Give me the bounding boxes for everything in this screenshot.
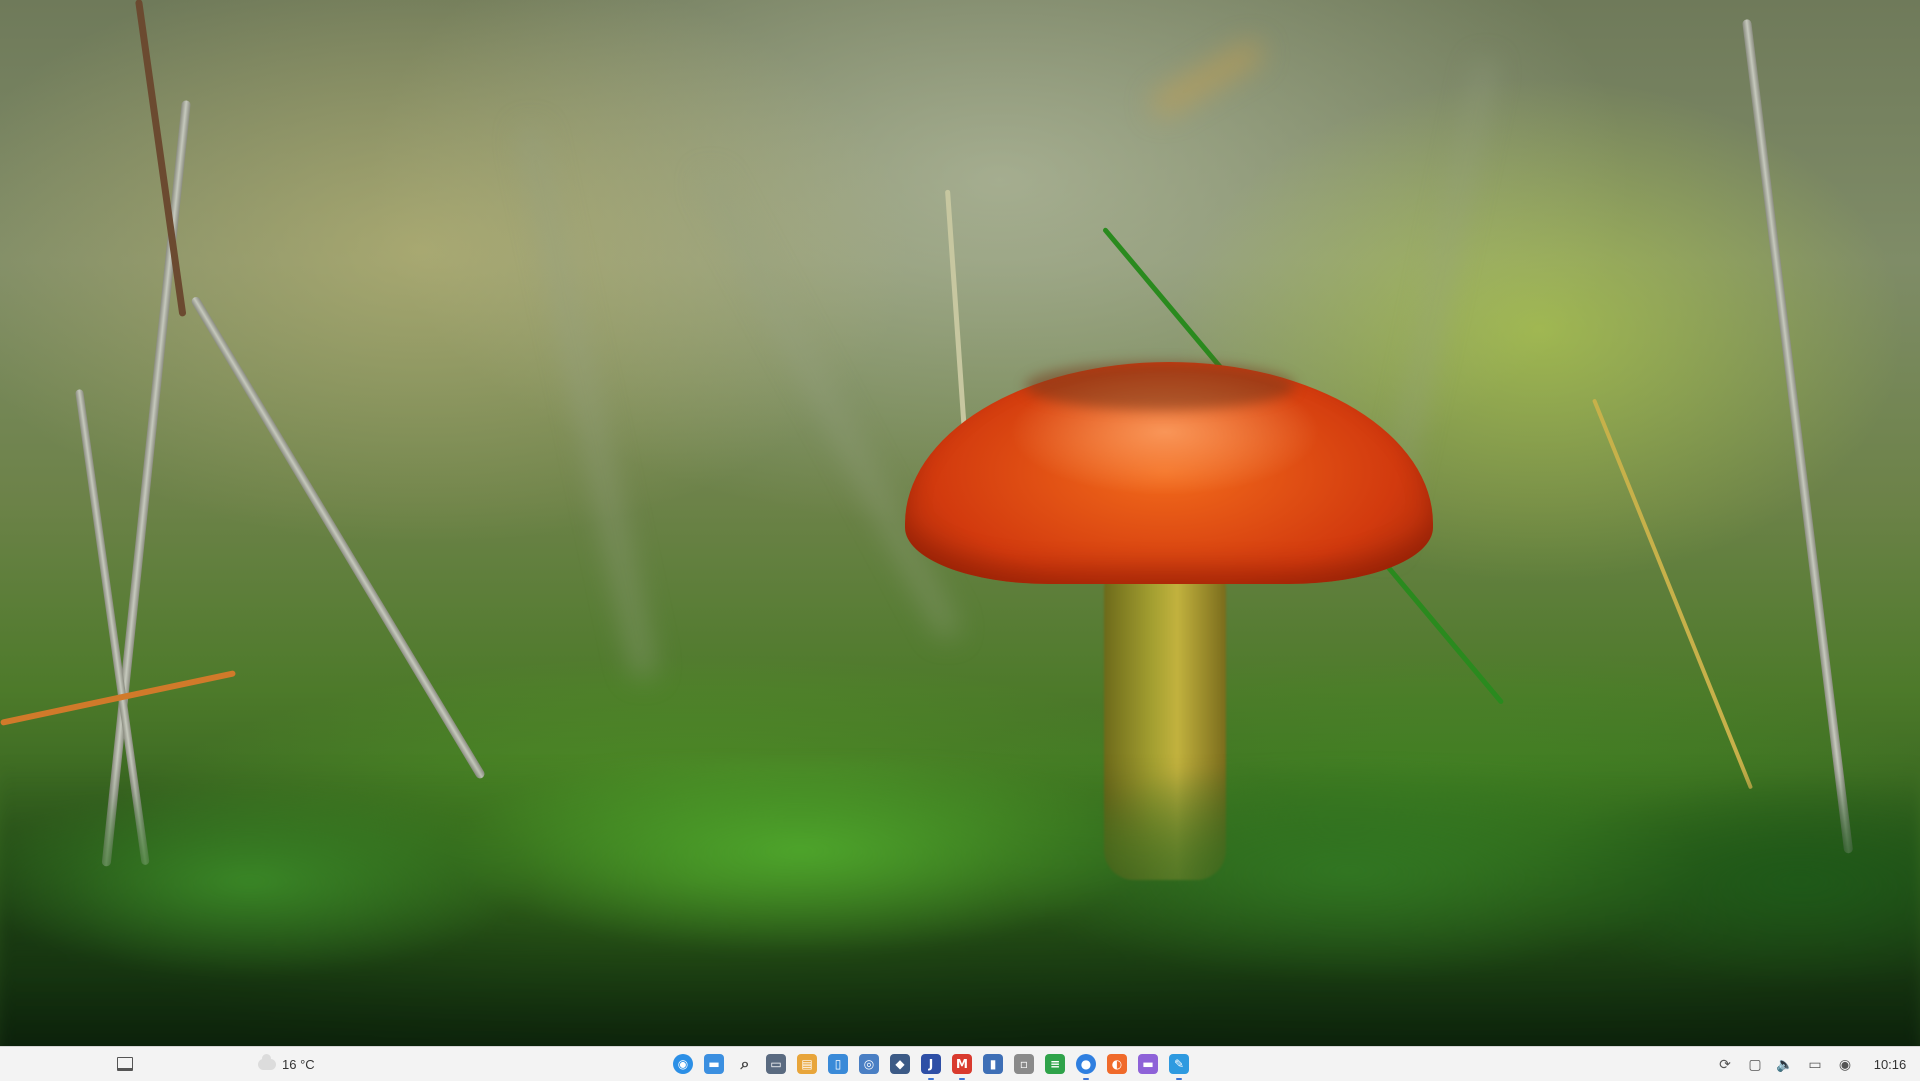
- desktop-wallpaper: [0, 0, 1920, 1046]
- tray-clipboard[interactable]: ▢: [1740, 1047, 1770, 1081]
- moss-foreground: [0, 760, 1920, 1046]
- system-tray: ⟳ ▢ 🔈 ▭ ◉ 10:16: [1710, 1047, 1920, 1081]
- taskbar-app-file-manager[interactable]: ▬: [699, 1047, 729, 1081]
- phone-icon: ▯: [828, 1054, 848, 1074]
- tray-display[interactable]: ▭: [1800, 1047, 1830, 1081]
- taskbar-app-launcher[interactable]: ◉: [668, 1047, 698, 1081]
- cloud-icon: [258, 1053, 276, 1070]
- taskbar-app-editor[interactable]: ✎: [1164, 1047, 1194, 1081]
- taskbar-app-search[interactable]: ⌕: [730, 1047, 760, 1081]
- taskbar-left: [110, 1047, 140, 1081]
- taskbar-app-notes[interactable]: ▫: [1009, 1047, 1039, 1081]
- taskbar-app-remote[interactable]: ◆: [885, 1047, 915, 1081]
- editor-icon: ✎: [1169, 1054, 1189, 1074]
- search-icon: ⌕: [735, 1054, 755, 1074]
- circle-icon: ●: [1076, 1054, 1096, 1074]
- weather-temperature: 16 °C: [282, 1056, 315, 1072]
- purple-folder-icon: ▬: [1138, 1054, 1158, 1074]
- files-icon: ▤: [797, 1054, 817, 1074]
- clipboard-icon: ▢: [1748, 1055, 1762, 1072]
- volume-icon: 🔈: [1776, 1055, 1794, 1072]
- layers-icon: ≡: [1045, 1054, 1065, 1074]
- taskbar: 16 °C ◉ ▬ ⌕ ▭ ▤ ▯ ◎ ◆ J M ▮ ▫ ≡ ● ◐ ▬ ✎ ⟳ ▢ 🔈 ▭ ◉ 10:16: [0, 1046, 1920, 1081]
- network-icon: ◉: [1838, 1055, 1852, 1072]
- m-icon: M: [952, 1054, 972, 1074]
- taskbar-app-m-app[interactable]: M: [947, 1047, 977, 1081]
- display-icon: ▭: [1808, 1055, 1822, 1072]
- pinned-apps: ◉ ▬ ⌕ ▭ ▤ ▯ ◎ ◆ J M ▮ ▫ ≡ ● ◐ ▬ ✎: [668, 1047, 1194, 1081]
- taskbar-app-book[interactable]: ▮: [978, 1047, 1008, 1081]
- notes-icon: ▫: [1014, 1054, 1034, 1074]
- folder-icon: ▬: [704, 1054, 724, 1074]
- terminal-icon: ▭: [766, 1054, 786, 1074]
- taskbar-app-circle-app[interactable]: ●: [1071, 1047, 1101, 1081]
- show-desktop-icon: [117, 1057, 133, 1071]
- sync-icon: ⟳: [1719, 1055, 1731, 1072]
- taskbar-app-screenshot[interactable]: ◎: [854, 1047, 884, 1081]
- tray-sync[interactable]: ⟳: [1710, 1047, 1740, 1081]
- show-desktop-button[interactable]: [110, 1049, 140, 1079]
- book-icon: ▮: [983, 1054, 1003, 1074]
- taskbar-app-terminal[interactable]: ▭: [761, 1047, 791, 1081]
- camera-icon: ◎: [859, 1054, 879, 1074]
- j-icon: J: [921, 1054, 941, 1074]
- taskbar-app-folder[interactable]: ▬: [1133, 1047, 1163, 1081]
- taskbar-app-browser[interactable]: ◐: [1102, 1047, 1132, 1081]
- taskbar-app-j-app[interactable]: J: [916, 1047, 946, 1081]
- taskbar-app-device[interactable]: ▯: [823, 1047, 853, 1081]
- car-icon: ◆: [890, 1054, 910, 1074]
- clock[interactable]: 10:16: [1860, 1057, 1920, 1072]
- taskbar-app-layers[interactable]: ≡: [1040, 1047, 1070, 1081]
- weather-widget[interactable]: 16 °C: [258, 1047, 315, 1081]
- tray-volume[interactable]: 🔈: [1770, 1047, 1800, 1081]
- tray-network[interactable]: ◉: [1830, 1047, 1860, 1081]
- launcher-icon: ◉: [673, 1054, 693, 1074]
- firefox-icon: ◐: [1107, 1054, 1127, 1074]
- taskbar-app-files[interactable]: ▤: [792, 1047, 822, 1081]
